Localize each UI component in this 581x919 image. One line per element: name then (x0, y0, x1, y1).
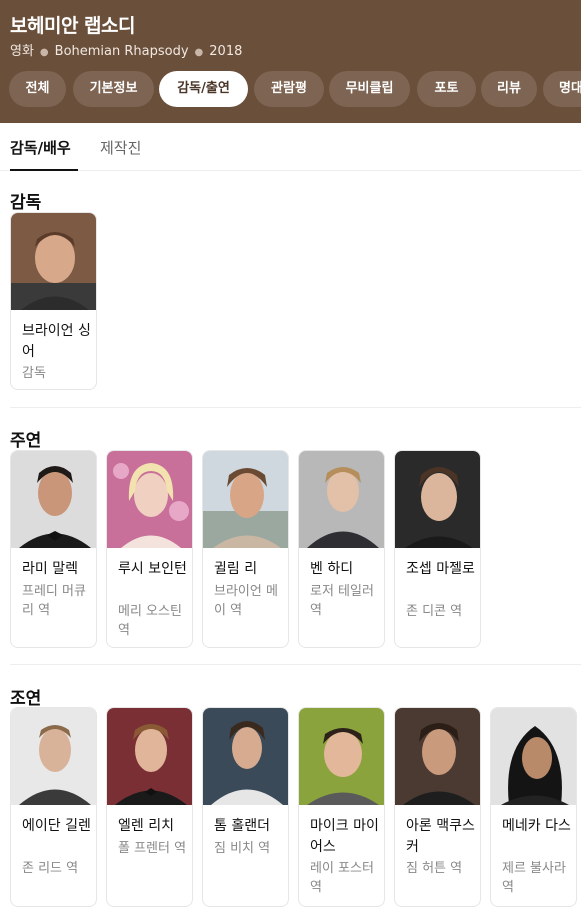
person-card[interactable]: 루시 보인턴 메리 오스틴 역 (106, 450, 193, 648)
person-photo (491, 708, 576, 805)
person-name: 마이크 마이어스 (310, 818, 379, 855)
meta-original-title: Bohemian Rhapsody (54, 44, 189, 59)
meta-year: 2018 (209, 44, 243, 59)
section-title-supporting: 조연 (10, 689, 42, 709)
person-name: 메네카 다스 (502, 818, 571, 834)
person-name: 에이단 길렌 (22, 818, 91, 834)
section-title-leading: 주연 (10, 431, 42, 451)
tab-reviews[interactable]: 관람평 (254, 71, 324, 107)
person-name: 루시 보인턴 (118, 561, 187, 577)
person-card[interactable]: 벤 하디 로저 테일러 역 (298, 450, 385, 648)
person-name: 엘렌 리치 (118, 818, 174, 834)
person-card[interactable]: 엘렌 리치 폴 프렌터 역 (106, 707, 193, 907)
person-role: 브라이언 메이 역 (214, 584, 278, 618)
person-role: 레이 포스터 역 (310, 861, 374, 895)
person-photo (11, 708, 96, 805)
section-divider (10, 664, 581, 665)
person-name: 아론 맥쿠스커 (406, 818, 475, 855)
tab-bar: 전체 기본정보 감독/출연 관람평 무비클립 포토 리뷰 명대 (0, 71, 581, 107)
person-photo (11, 451, 96, 548)
person-card[interactable]: 조셉 마젤로 존 디콘 역 (394, 450, 481, 648)
person-photo (107, 451, 192, 548)
person-role: 존 디콘 역 (406, 604, 463, 619)
person-card[interactable]: 브라이언 싱어 감독 (10, 212, 97, 390)
person-card[interactable]: 귈림 리 브라이언 메이 역 (202, 450, 289, 648)
person-role: 메리 오스틴 역 (118, 604, 182, 638)
person-card[interactable]: 에이단 길렌 존 리드 역 (10, 707, 97, 907)
subtab-directors-actors[interactable]: 감독/배우 (10, 137, 71, 158)
person-name: 브라이언 싱어 (22, 323, 91, 360)
meta-type: 영화 (10, 44, 34, 59)
person-role: 제르 불사라 역 (502, 861, 566, 895)
tab-info[interactable]: 기본정보 (73, 71, 154, 107)
person-card[interactable]: 메네카 다스 제르 불사라 역 (490, 707, 577, 907)
person-role: 폴 프렌터 역 (118, 841, 187, 856)
tab-critic-reviews[interactable]: 리뷰 (481, 71, 537, 107)
person-name: 조셉 마젤로 (406, 561, 475, 577)
person-card[interactable]: 마이크 마이어스 레이 포스터 역 (298, 707, 385, 907)
person-photo (299, 708, 384, 805)
sub-tab-bar: 감독/배우 제작진 (0, 123, 581, 171)
person-photo (395, 708, 480, 805)
tab-clips[interactable]: 무비클립 (329, 71, 410, 107)
person-name: 귈림 리 (214, 561, 258, 577)
person-photo (203, 451, 288, 548)
person-role: 감독 (22, 366, 46, 381)
person-name: 톰 홀랜더 (214, 818, 270, 834)
person-role: 로저 테일러 역 (310, 584, 374, 618)
separator-dot-icon: ● (194, 47, 204, 58)
person-photo (107, 708, 192, 805)
active-subtab-indicator (10, 169, 78, 171)
tab-cast[interactable]: 감독/출연 (159, 71, 248, 107)
subtab-crew[interactable]: 제작진 (100, 137, 141, 158)
movie-header: 보헤미안 랩소디 영화 ● Bohemian Rhapsody ● 2018 전체 기본… (0, 0, 581, 123)
person-photo (395, 451, 480, 548)
tab-quotes[interactable]: 명대 (543, 71, 581, 107)
section-title-director: 감독 (10, 193, 42, 213)
tab-all[interactable]: 전체 (9, 71, 66, 107)
tab-photos[interactable]: 포토 (417, 71, 476, 107)
movie-title: 보헤미안 랩소디 (10, 15, 135, 37)
person-card[interactable]: 톰 홀랜더 짐 비치 역 (202, 707, 289, 907)
person-photo (203, 708, 288, 805)
person-card[interactable]: 아론 맥쿠스커 짐 허튼 역 (394, 707, 481, 907)
person-photo (299, 451, 384, 548)
person-name: 라미 말렉 (22, 561, 78, 577)
person-card[interactable]: 라미 말렉 프레디 머큐리 역 (10, 450, 97, 648)
person-role: 짐 비치 역 (214, 841, 271, 856)
person-role: 짐 허튼 역 (406, 861, 463, 876)
person-role: 존 리드 역 (22, 861, 79, 876)
movie-meta: 영화 ● Bohemian Rhapsody ● 2018 (10, 40, 242, 59)
section-divider (10, 407, 581, 408)
person-role: 프레디 머큐리 역 (22, 584, 86, 618)
person-photo (11, 213, 96, 310)
separator-dot-icon: ● (39, 47, 49, 58)
person-name: 벤 하디 (310, 561, 354, 577)
